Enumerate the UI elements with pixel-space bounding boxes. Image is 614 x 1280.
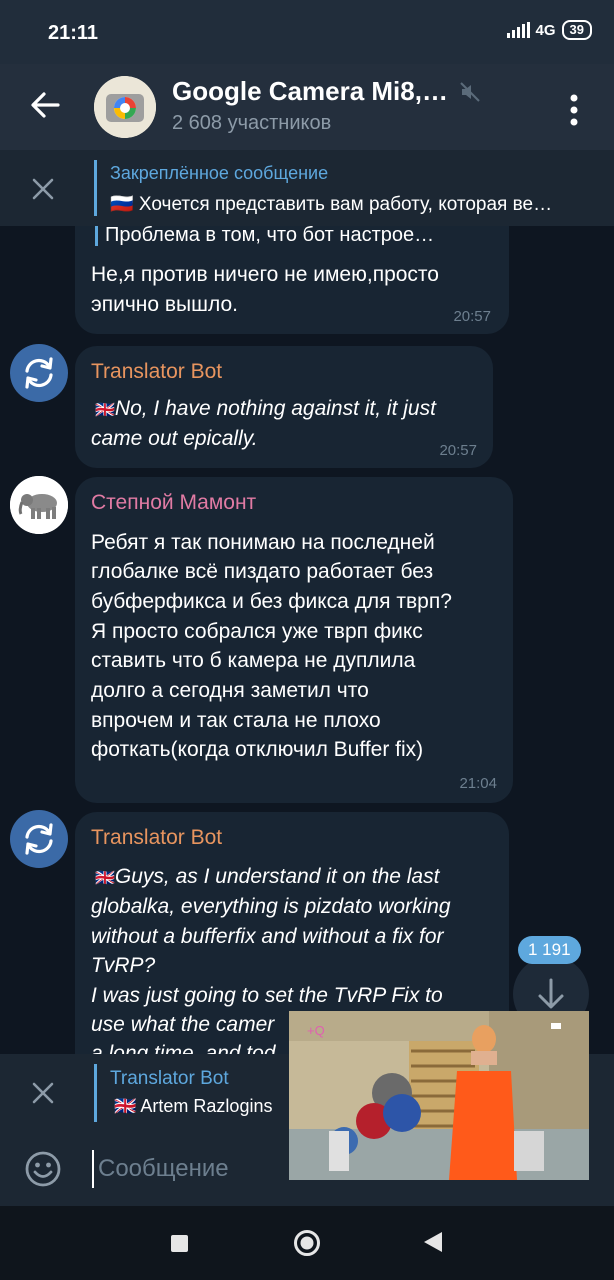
- message-line: without a bufferfix and without a fix fo…: [91, 925, 444, 948]
- battery-icon: 39: [561, 20, 592, 40]
- refresh-icon: [25, 357, 53, 389]
- flag-uk: 🇬🇧: [95, 870, 115, 887]
- back-arrow-icon[interactable]: [28, 88, 62, 122]
- pinned-accent-bar: [94, 160, 97, 216]
- message-author: Translator Bot: [91, 360, 223, 383]
- signal-icon: [506, 22, 530, 38]
- message-line: 🇬🇧Guys, as I understand it on the last: [95, 862, 439, 894]
- video-frame: +Q: [289, 1011, 589, 1180]
- pinned-text: 🇷🇺 Хочется представить вам работу, котор…: [110, 194, 553, 215]
- more-vert-icon[interactable]: [560, 92, 588, 128]
- member-count: 2 608 участников: [172, 112, 332, 134]
- refresh-icon: [25, 823, 53, 855]
- reply-author: Translator Bot: [110, 1068, 229, 1089]
- chat-header: Google Camera Mi8,… 2 608 участников: [0, 64, 614, 150]
- message-time: 20:57: [453, 308, 491, 325]
- flag-uk: 🇬🇧: [95, 402, 115, 419]
- status-bar: 21:11 4G 39: [0, 0, 614, 64]
- avatar[interactable]: [10, 810, 68, 868]
- message-line: 🇬🇧No, I have nothing against it, it just: [95, 394, 436, 426]
- message-line-text: Guys, as I understand it on the last: [114, 865, 440, 888]
- pinned-message-bar[interactable]: Закреплённое сообщение 🇷🇺 Хочется предст…: [0, 150, 614, 226]
- message-line: впрочем и так стала не плохо: [91, 709, 381, 732]
- elephant-icon: [10, 476, 68, 534]
- unread-badge[interactable]: 1 191: [518, 936, 581, 964]
- google-camera-icon: [94, 76, 156, 138]
- message-bubble[interactable]: Проблема в том, что бот настрое… Не,я пр…: [75, 226, 509, 334]
- quote-text: Проблема в том, что бот настрое…: [105, 226, 435, 246]
- message-line: I was just going to set the TvRP Fix to: [91, 984, 443, 1007]
- avatar[interactable]: [10, 476, 68, 534]
- system-nav-bar: [0, 1206, 614, 1280]
- message-line: ставить что б камера не дуплила: [91, 649, 416, 672]
- message-line: TvRP?: [91, 954, 156, 977]
- message-input[interactable]: [92, 1150, 298, 1188]
- message-line: глобалке всё пиздато работает без: [91, 560, 434, 583]
- reply-text: 🇬🇧 Artem Razlogins: [114, 1096, 273, 1116]
- chat-avatar[interactable]: [94, 76, 156, 138]
- message-line-text: No, I have nothing against it, it just: [114, 397, 436, 420]
- home-button[interactable]: [293, 1229, 321, 1257]
- message-line: use what the camer: [91, 1013, 275, 1036]
- nav-back-button[interactable]: [422, 1230, 444, 1254]
- chat-title[interactable]: Google Camera Mi8,…: [172, 76, 448, 107]
- status-icons: 4G 39: [506, 20, 592, 40]
- message-bubble[interactable]: Translator Bot 🇬🇧No, I have nothing agai…: [75, 346, 493, 468]
- message-line: эпично вышло.: [91, 293, 238, 316]
- close-icon[interactable]: [30, 1080, 56, 1106]
- message-line: globalka, everything is pizdato working: [91, 895, 451, 918]
- message-bubble[interactable]: Степной Мамонт Ребят я так понимаю на по…: [75, 477, 513, 803]
- message-author: Степной Мамонт: [91, 491, 257, 514]
- message-line: Не,я против ничего не имею,просто: [91, 263, 439, 286]
- recent-apps-button[interactable]: [171, 1235, 188, 1252]
- quote-bar: [95, 226, 98, 246]
- avatar[interactable]: [10, 344, 68, 402]
- mute-icon: [460, 82, 480, 102]
- message-line: долго а сегодня заметил что: [91, 679, 369, 702]
- message-author: Translator Bot: [91, 826, 223, 849]
- status-time: 21:11: [48, 22, 99, 44]
- network-label: 4G: [535, 21, 556, 39]
- reply-accent-bar: [94, 1064, 97, 1122]
- close-icon[interactable]: [30, 176, 56, 202]
- message-line: фоткать(когда отключил Buffer fix): [91, 738, 424, 761]
- message-line: came out epically.: [91, 427, 258, 450]
- pinned-title: Закреплённое сообщение: [110, 163, 329, 183]
- svg-text:+Q: +Q: [307, 1023, 325, 1038]
- message-line: бубферфикса и без фикса для тврп?: [91, 590, 452, 613]
- message-list[interactable]: Проблема в том, что бот настрое… Не,я пр…: [0, 226, 614, 1056]
- message-time: 20:57: [439, 442, 477, 459]
- message-time: 21:04: [459, 775, 497, 792]
- message-line: Ребят я так понимаю на последней: [91, 531, 435, 554]
- video-player[interactable]: +Q: [289, 1011, 589, 1180]
- message-line: Я просто собрался уже тврп фикс: [91, 620, 423, 643]
- emoji-icon[interactable]: [24, 1150, 62, 1188]
